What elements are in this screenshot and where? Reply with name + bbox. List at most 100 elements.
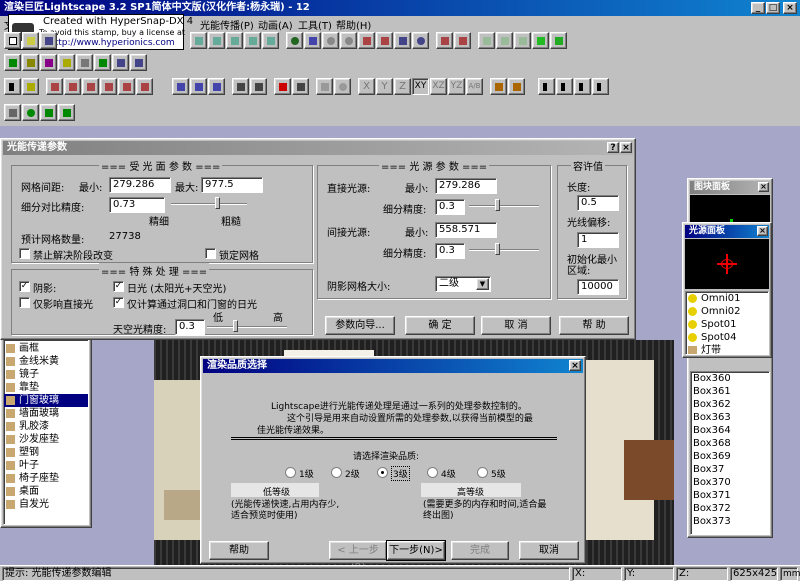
select-light-icon[interactable] xyxy=(22,78,39,95)
select-tool-icon[interactable] xyxy=(100,78,117,95)
ray-offset-input[interactable]: 1 xyxy=(577,232,619,248)
material-item[interactable]: 乳胶漆 xyxy=(4,420,88,433)
layer-icon[interactable] xyxy=(4,54,21,71)
block-item[interactable]: Box373 xyxy=(691,515,769,528)
view-cube-icon[interactable] xyxy=(262,32,279,49)
light-item[interactable]: 灯带 xyxy=(686,344,768,354)
edit-tool-icon[interactable] xyxy=(292,78,309,95)
edit-tool-icon[interactable] xyxy=(172,78,189,95)
refresh-icon[interactable] xyxy=(412,32,429,49)
save-file-icon[interactable] xyxy=(40,32,57,49)
quality-help-button[interactable]: 帮助 xyxy=(209,541,269,560)
add-point-icon[interactable] xyxy=(274,78,291,95)
next-button[interactable]: 下一步(N)> xyxy=(386,540,446,561)
radiosity-stop-icon[interactable] xyxy=(40,104,57,121)
param-help-icon[interactable]: ? xyxy=(607,142,619,153)
ok-button[interactable]: 确 定 xyxy=(405,316,475,335)
block-item[interactable]: Box369 xyxy=(691,450,769,463)
shade-view-icon[interactable] xyxy=(514,32,531,49)
quality-radio-5[interactable] xyxy=(477,467,488,478)
quality-radio-2[interactable] xyxy=(331,467,342,478)
material-item[interactable]: 门窗玻璃 xyxy=(4,394,88,407)
light-list[interactable]: Omni01 Omni02 Spot01 Spot04 灯带 xyxy=(685,291,769,355)
sky-slider-thumb[interactable] xyxy=(233,320,238,332)
walker-icon[interactable] xyxy=(556,78,573,95)
select-tool-icon[interactable] xyxy=(64,78,81,95)
render-view-icon[interactable] xyxy=(532,32,549,49)
light-item[interactable]: Spot04 xyxy=(686,331,768,344)
block-list[interactable]: Box360 Box361 Box362 Box363 Box364 Box368 Box3… xyxy=(690,371,770,535)
init-area-input[interactable]: 10000 xyxy=(577,279,619,295)
edit-tool-icon[interactable] xyxy=(250,78,267,95)
block-item[interactable]: Box362 xyxy=(691,398,769,411)
walk-icon[interactable] xyxy=(376,32,393,49)
block-item[interactable]: Box364 xyxy=(691,424,769,437)
walker-icon[interactable] xyxy=(538,78,555,95)
texture-icon[interactable] xyxy=(94,54,111,71)
subdiv-slider-thumb[interactable] xyxy=(215,197,220,209)
sky-precision-input[interactable]: 0.3 xyxy=(175,319,205,335)
light-item[interactable]: Omni02 xyxy=(686,305,768,318)
move-icon[interactable] xyxy=(316,78,333,95)
close-button[interactable]: × xyxy=(783,2,797,14)
fly-icon[interactable] xyxy=(394,32,411,49)
walker-icon[interactable] xyxy=(592,78,609,95)
direct-min-input[interactable]: 279.286 xyxy=(435,178,497,194)
finish-button[interactable]: 完成 xyxy=(451,541,509,560)
sky-slider[interactable] xyxy=(207,326,287,328)
select-tool-icon[interactable] xyxy=(82,78,99,95)
material-item[interactable]: 桌面 xyxy=(4,485,88,498)
wire-view-icon[interactable] xyxy=(496,32,513,49)
block-panel-close-icon[interactable]: × xyxy=(758,182,769,192)
block-item[interactable]: Box360 xyxy=(691,372,769,385)
only-windows-checkbox[interactable]: ✓ xyxy=(113,297,124,308)
direct-subdiv-input[interactable]: 0.3 xyxy=(435,199,465,215)
block-item[interactable]: Box370 xyxy=(691,476,769,489)
view-cube-icon[interactable] xyxy=(244,32,261,49)
walker-icon[interactable] xyxy=(574,78,591,95)
maximize-button[interactable]: □ xyxy=(766,2,780,14)
direct-subdiv-thumb[interactable] xyxy=(495,199,500,211)
menu-animation[interactable]: 动画(A) xyxy=(258,17,293,32)
edit-tool-icon[interactable] xyxy=(208,78,225,95)
axis-yz-button[interactable]: YZ xyxy=(448,78,465,95)
new-file-icon[interactable] xyxy=(4,32,21,49)
material-item[interactable]: 镜子 xyxy=(4,368,88,381)
light-panel-close-icon[interactable]: × xyxy=(757,226,768,236)
block-item[interactable]: Box361 xyxy=(691,385,769,398)
block-item[interactable]: Box372 xyxy=(691,502,769,515)
select-arrow-icon[interactable] xyxy=(4,78,21,95)
edit-tool-icon[interactable] xyxy=(232,78,249,95)
zoom-icon[interactable] xyxy=(322,32,339,49)
length-input[interactable]: 0.5 xyxy=(577,195,619,211)
zoom-in-icon[interactable] xyxy=(340,32,357,49)
axis-xz-button[interactable]: XZ xyxy=(430,78,447,95)
direct-subdiv-slider[interactable] xyxy=(469,205,539,207)
material-list[interactable]: 画框 金线米黄 镜子 靠垫 门窗玻璃 墙面玻璃 乳胶漆 沙发座垫 塑钢 叶子 椅子座垫 桌面 自发光 xyxy=(3,339,89,525)
quality-close-icon[interactable]: × xyxy=(569,360,581,371)
menu-help[interactable]: 帮助(H) xyxy=(336,17,371,32)
axis-y-button[interactable]: Y xyxy=(376,78,393,95)
material-item[interactable]: 叶子 xyxy=(4,459,88,472)
menu-lightprop[interactable]: 光能传播(P) xyxy=(200,17,254,32)
quality-radio-4[interactable] xyxy=(427,467,438,478)
axis-xy-button[interactable]: XY xyxy=(412,78,429,95)
edit-tool-icon[interactable] xyxy=(190,78,207,95)
only-direct-checkbox[interactable] xyxy=(19,297,30,308)
quality-radio-1[interactable] xyxy=(285,467,296,478)
radiosity-start-icon[interactable] xyxy=(22,104,39,121)
cancel-button[interactable]: 取 消 xyxy=(481,316,551,335)
camera-view-icon[interactable] xyxy=(130,54,147,71)
indirect-subdiv-input[interactable]: 0.3 xyxy=(435,243,465,259)
minimize-button[interactable]: _ xyxy=(751,2,765,14)
dropdown-arrow-icon[interactable]: ▼ xyxy=(476,278,489,290)
view-cube-icon[interactable] xyxy=(190,32,207,49)
radiosity-view-icon[interactable] xyxy=(550,32,567,49)
mesh-max-input[interactable]: 977.5 xyxy=(201,177,263,193)
light-icon[interactable] xyxy=(58,54,75,71)
select-tool-icon[interactable] xyxy=(46,78,63,95)
axis-x-button[interactable]: X xyxy=(358,78,375,95)
grid-icon[interactable] xyxy=(76,54,93,71)
indirect-subdiv-thumb[interactable] xyxy=(495,243,500,255)
material-icon[interactable] xyxy=(22,54,39,71)
